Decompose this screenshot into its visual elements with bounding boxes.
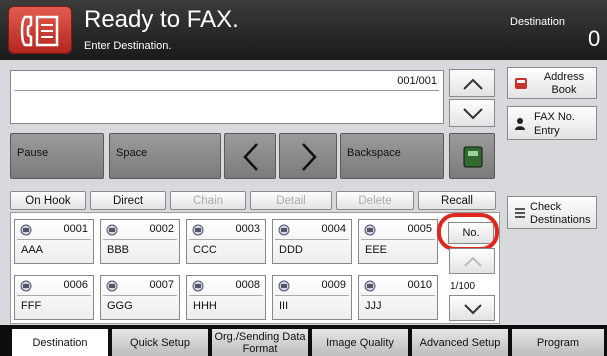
tile-divider [103,239,177,240]
destination-name: AAA [21,244,44,256]
highlight-circle [437,213,499,251]
page-down-button[interactable] [449,295,495,321]
destination-count: 0 [588,26,601,51]
destination-number: 0010 [407,279,432,291]
destination-tile[interactable]: 0005 EEE [358,219,438,264]
fax-no-entry-label: FAX No. Entry [534,111,575,137]
chevron-down-icon [463,108,483,120]
pause-label: Pause [17,147,49,159]
tab-program[interactable]: Program [512,329,604,356]
destination-number: 0001 [63,223,88,235]
destination-tile[interactable]: 0001 AAA [14,219,94,264]
destination-number: 0004 [321,223,346,235]
tile-divider [103,295,177,296]
recall-button[interactable]: Recall [418,191,496,210]
tile-divider [189,239,263,240]
destination-tile[interactable]: 0006 FFF [14,275,94,320]
destination-name: GGG [107,300,133,312]
destination-name: CCC [193,244,217,256]
page-up-button[interactable] [449,248,495,274]
person-icon [514,117,528,134]
tile-divider [361,295,435,296]
tab-bar: Destination Quick Setup Org./Sending Dat… [0,325,607,356]
chevron-up-icon [464,256,482,267]
direct-button[interactable]: Direct [90,191,166,210]
destination-number: 0003 [235,223,260,235]
destination-name: DDD [279,244,303,256]
chevron-down-icon [464,304,482,315]
tile-divider [361,239,435,240]
tile-divider [275,239,349,240]
destination-entry-field[interactable]: 001/001 [10,70,444,124]
list-icon [514,207,526,222]
scroll-down-button[interactable] [449,99,495,127]
pause-button[interactable]: Pause [10,133,104,179]
scroll-up-button[interactable] [449,69,495,97]
page-title: Ready to FAX. [84,6,239,33]
chain-button[interactable]: Chain [170,191,246,210]
fax-icon [8,6,72,54]
entry-counter: 001/001 [397,75,437,87]
destination-label: Destination [510,16,566,28]
address-book-icon [514,76,528,93]
tab-destination[interactable]: Destination [12,329,108,356]
destination-tile[interactable]: 0003 CCC [186,219,266,264]
delete-button[interactable]: Delete [336,191,414,210]
destination-name: EEE [365,244,388,256]
detail-button[interactable]: Detail [250,191,332,210]
address-book-shortcut-button[interactable] [449,133,495,179]
space-label: Space [116,147,148,159]
header-bar: Ready to FAX. Enter Destination. Destina… [0,0,607,60]
destination-tile[interactable]: 0008 HHH [186,275,266,320]
backspace-label: Backspace [347,147,401,159]
check-destinations-button[interactable]: Check Destinations [507,196,597,229]
destination-tile[interactable]: 0009 III [272,275,352,320]
tab-org-sending-data-format[interactable]: Org./Sending Data Format [212,329,308,356]
check-destinations-label: Check Destinations [530,201,591,226]
chevron-right-icon [302,143,317,171]
entry-divider [15,90,439,91]
chevron-left-icon [243,143,258,171]
cursor-left-button[interactable] [224,133,276,179]
page-subtitle: Enter Destination. [84,40,172,52]
destination-name: III [279,300,289,312]
on-hook-button[interactable]: On Hook [10,191,86,210]
tile-divider [17,239,91,240]
destination-name: JJJ [365,300,382,312]
cursor-right-button[interactable] [279,133,337,179]
tile-divider [17,295,91,296]
destination-tile[interactable]: 0002 BBB [100,219,180,264]
destination-tile[interactable]: 0010 JJJ [358,275,438,320]
destination-number: 0007 [149,279,174,291]
destination-number: 0009 [321,279,346,291]
backspace-button[interactable]: Backspace [340,133,444,179]
book-icon [463,146,483,168]
destination-number: 0006 [63,279,88,291]
space-button[interactable]: Space [109,133,221,179]
address-book-label: Address Book [543,71,585,96]
tab-advanced-setup[interactable]: Advanced Setup [412,329,508,356]
tab-image-quality[interactable]: Image Quality [312,329,408,356]
tile-divider [275,295,349,296]
fax-no-entry-button[interactable]: FAX No. Entry [507,106,597,140]
address-book-button[interactable]: Address Book [507,67,597,99]
tile-divider [189,295,263,296]
destination-number: 0002 [149,223,174,235]
destination-tile[interactable]: 0004 DDD [272,219,352,264]
destination-name: FFF [21,300,42,312]
chevron-up-icon [463,78,483,90]
destination-number: 0005 [407,223,432,235]
page-indicator: 1/100 [450,281,476,292]
tab-quick-setup[interactable]: Quick Setup [112,329,208,356]
destination-tile[interactable]: 0007 GGG [100,275,180,320]
destination-name: HHH [193,300,217,312]
destination-name: BBB [107,244,130,256]
destination-number: 0008 [235,279,260,291]
